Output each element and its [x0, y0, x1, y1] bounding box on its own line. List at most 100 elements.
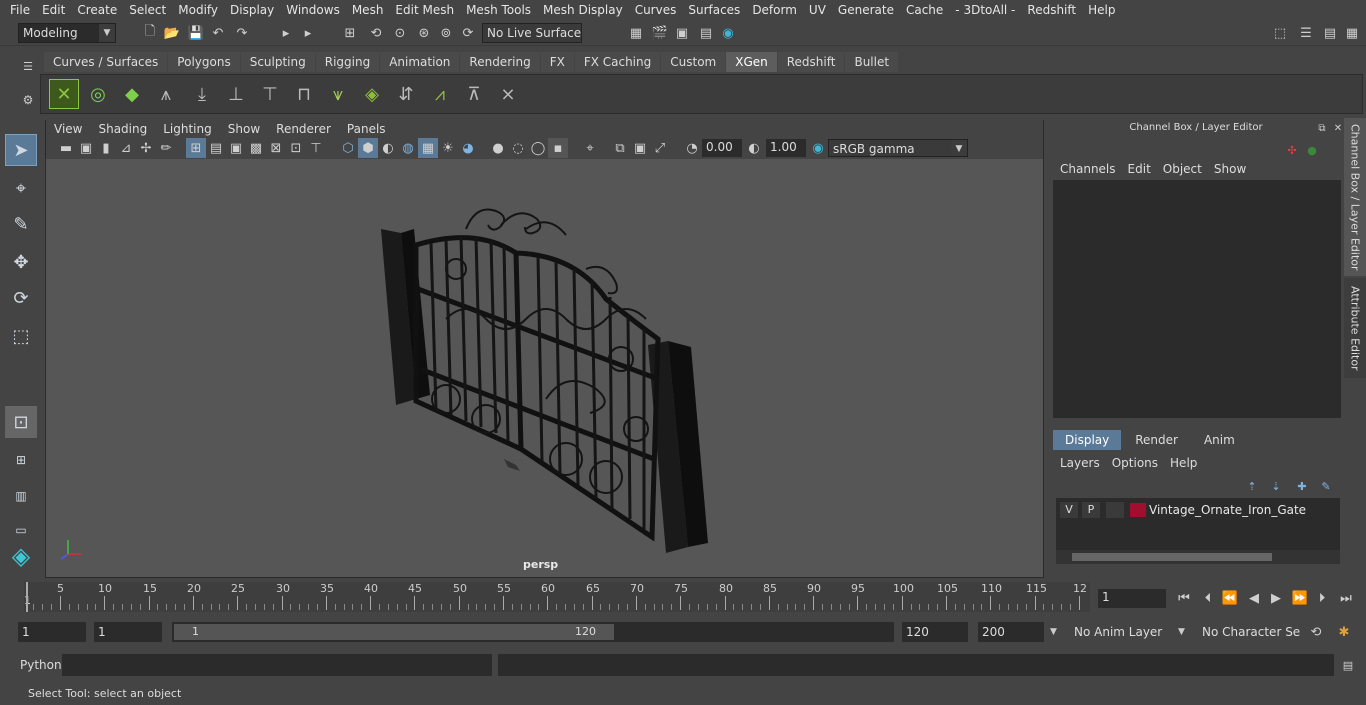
save-scene-icon[interactable]: 💾 — [186, 23, 206, 43]
range-track[interactable]: 1 120 — [172, 622, 894, 642]
workspace-icon[interactable]: ⬚ — [1270, 23, 1290, 43]
xgen-guide-sculpt-icon[interactable]: ⊤ — [255, 79, 285, 109]
playback-start-field[interactable]: 1 — [94, 622, 162, 642]
rotate-tool-icon[interactable]: ⟳ — [5, 282, 37, 314]
2d-pan-icon[interactable]: ✢ — [136, 138, 156, 158]
frame-all-icon[interactable]: ⧉ — [610, 138, 630, 158]
isolate-select-icon[interactable]: ⌖ — [580, 138, 600, 158]
undo-icon[interactable]: ↶ — [208, 23, 228, 43]
menu-uv[interactable]: UV — [803, 0, 832, 20]
snap-projected-icon[interactable]: ⊛ — [414, 23, 434, 43]
camera-attributes-icon[interactable]: ▣ — [76, 138, 96, 158]
gate-mask-icon[interactable]: ▩ — [246, 138, 266, 158]
viewport-menu-lighting[interactable]: Lighting — [155, 120, 220, 138]
snap-live-icon[interactable]: ⟳ — [458, 23, 478, 43]
range-handle-bar[interactable]: 1 120 — [174, 624, 614, 640]
ambient-occlusion-icon[interactable]: ◯ — [528, 138, 548, 158]
shelf-tab-fx[interactable]: FX — [540, 52, 574, 72]
shelf-tab-rendering[interactable]: Rendering — [460, 52, 540, 72]
menu-edit-mesh[interactable]: Edit Mesh — [389, 0, 460, 20]
xgen-description-icon[interactable]: ◆ — [117, 79, 147, 109]
outliner-layout-icon[interactable]: ▥ — [5, 480, 37, 512]
new-layer-icon[interactable]: ✚ — [1292, 476, 1312, 496]
menu-display[interactable]: Display — [224, 0, 280, 20]
shelf-tab-sculpting[interactable]: Sculpting — [240, 52, 315, 72]
menu-mesh-tools[interactable]: Mesh Tools — [460, 0, 537, 20]
camera-select-icon[interactable]: ▬ — [56, 138, 76, 158]
bookmark-icon[interactable]: ▮ — [96, 138, 116, 158]
tab-channel-box[interactable]: Channel Box / Layer Editor — [1344, 118, 1366, 276]
step-back-icon[interactable]: ⏴ — [1198, 588, 1218, 608]
layer-type-toggle[interactable] — [1106, 502, 1124, 518]
shelf-tab-custom[interactable]: Custom — [661, 52, 726, 72]
menu-3dtoall[interactable]: - 3DtoAll - — [949, 0, 1021, 20]
motion-blur-icon[interactable]: ▪ — [548, 138, 568, 158]
key-icon[interactable]: ● — [1302, 140, 1322, 160]
xgen-preview-icon[interactable]: ◎ — [83, 79, 113, 109]
xray-joints-icon[interactable]: ◌ — [508, 138, 528, 158]
image-plane-icon[interactable]: ⊿ — [116, 138, 136, 158]
menu-curves[interactable]: Curves — [629, 0, 683, 20]
wireframe-on-shaded-icon[interactable]: ◍ — [398, 138, 418, 158]
grid-icon[interactable]: ⊞ — [186, 138, 206, 158]
command-input[interactable] — [62, 654, 492, 676]
layer-color-swatch[interactable] — [1130, 503, 1146, 517]
play-backward-icon[interactable]: ◀ — [1244, 588, 1264, 608]
shelf-tab-redshift[interactable]: Redshift — [777, 52, 845, 72]
channel-menu-show[interactable]: Show — [1210, 160, 1254, 178]
select-object-icon[interactable]: ▸ — [298, 23, 318, 43]
color-management-icon[interactable]: ◉ — [808, 138, 828, 158]
color-space-selector[interactable]: sRGB gamma ▼ — [828, 139, 968, 157]
render-frame-icon[interactable]: 🎬 — [650, 23, 670, 43]
script-editor-icon[interactable]: ▤ — [1338, 655, 1358, 675]
grease-pencil-icon[interactable]: ✏ — [156, 138, 176, 158]
show-manipulator-icon[interactable]: ⊡ — [5, 406, 37, 438]
shelf-tab-rigging[interactable]: Rigging — [315, 52, 380, 72]
menu-cache[interactable]: Cache — [900, 0, 949, 20]
menu-create[interactable]: Create — [71, 0, 123, 20]
move-layer-up-icon[interactable]: ⇡ — [1242, 476, 1262, 496]
hypershade-icon[interactable]: ◉ — [718, 23, 738, 43]
viewport-menu-show[interactable]: Show — [220, 120, 268, 138]
frame-selected-icon[interactable]: ▣ — [630, 138, 650, 158]
snap-point-icon[interactable]: ⊙ — [390, 23, 410, 43]
viewport-menu-renderer[interactable]: Renderer — [268, 120, 339, 138]
xgen-editor-icon[interactable]: ✕ — [49, 79, 79, 109]
go-to-end-icon[interactable]: ⏭ — [1336, 588, 1356, 608]
layer-visibility-toggle[interactable]: V — [1060, 502, 1078, 518]
select-tool-icon[interactable]: ➤ — [5, 134, 37, 166]
snap-curve-icon[interactable]: ⟲ — [366, 23, 386, 43]
menu-mesh-display[interactable]: Mesh Display — [537, 0, 629, 20]
lasso-tool-icon[interactable]: ⌖ — [5, 172, 37, 204]
shelf-tab-bullet[interactable]: Bullet — [845, 52, 899, 72]
shelf-tab-fx-caching[interactable]: FX Caching — [574, 52, 661, 72]
playback-end-field[interactable]: 120 — [902, 622, 968, 642]
scale-tool-icon[interactable]: ⬚ — [5, 320, 37, 352]
shelf-menu-icon[interactable]: ☰ — [18, 56, 38, 76]
paint-select-tool-icon[interactable]: ✎ — [5, 208, 37, 240]
exposure-field[interactable]: 0.00 — [702, 139, 742, 157]
live-surface-field[interactable]: No Live Surface — [482, 23, 582, 43]
layer-menu-help[interactable]: Help — [1166, 454, 1205, 472]
menu-windows[interactable]: Windows — [280, 0, 346, 20]
viewport-menu-view[interactable]: View — [46, 120, 90, 138]
prev-key-icon[interactable]: ⏪ — [1220, 588, 1240, 608]
xgen-add-guide-icon[interactable]: ⤓ — [187, 79, 217, 109]
viewport-menu-shading[interactable]: Shading — [90, 120, 155, 138]
menu-generate[interactable]: Generate — [832, 0, 900, 20]
default-material-icon[interactable]: ◐ — [378, 138, 398, 158]
xgen-groom-icon[interactable]: ⩘ — [425, 79, 455, 109]
menu-edit[interactable]: Edit — [36, 0, 71, 20]
layer-menu-options[interactable]: Options — [1108, 454, 1166, 472]
next-key-icon[interactable]: ⏩ — [1290, 588, 1310, 608]
step-forward-icon[interactable]: ⏵ — [1312, 588, 1332, 608]
current-frame-field[interactable]: 1 — [1098, 589, 1166, 608]
xgen-clumping-icon[interactable]: ⊼ — [459, 79, 489, 109]
gamma-icon[interactable]: ◐ — [744, 138, 764, 158]
menu-deform[interactable]: Deform — [746, 0, 803, 20]
scrollbar-thumb[interactable] — [1072, 553, 1272, 561]
field-chart-icon[interactable]: ⊠ — [266, 138, 286, 158]
xgen-guide-tool-icon[interactable]: ⊥ — [221, 79, 251, 109]
single-perspective-layout-icon[interactable]: ⊞ — [5, 444, 37, 476]
new-scene-icon[interactable]: 🗋 — [140, 23, 160, 43]
